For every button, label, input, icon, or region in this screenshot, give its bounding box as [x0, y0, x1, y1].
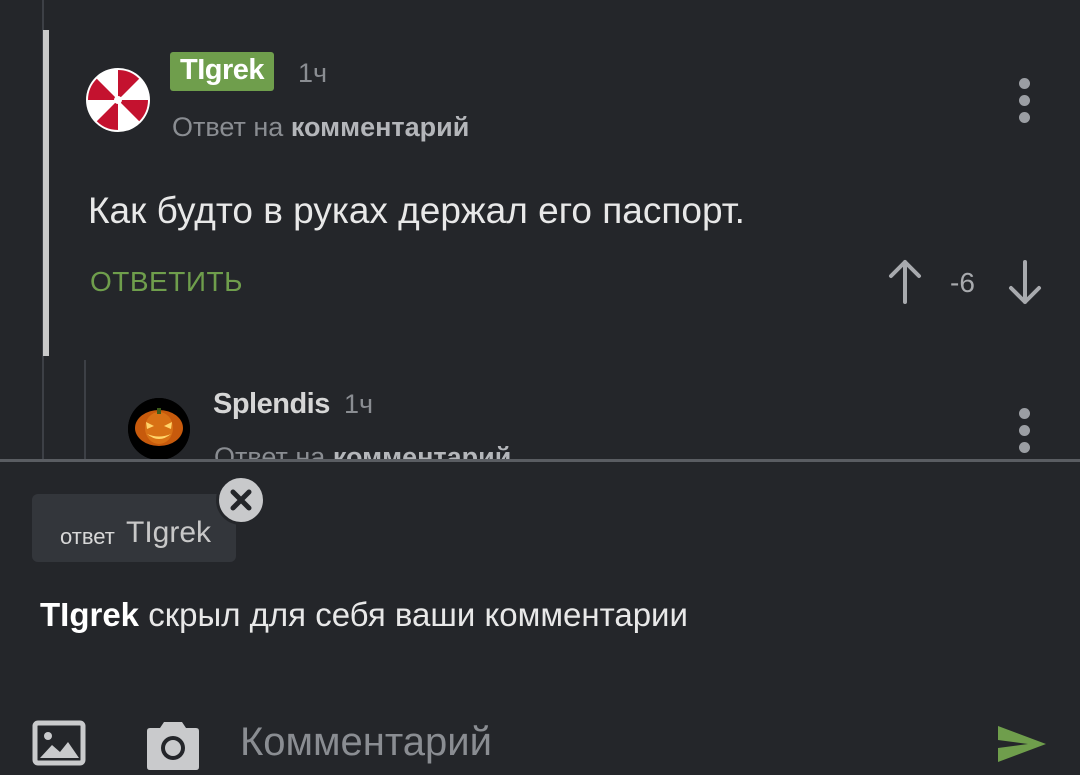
comment-rating: -6: [950, 267, 975, 298]
more-options-icon[interactable]: [1019, 408, 1031, 459]
camera-icon[interactable]: [146, 714, 200, 775]
comment-thread: TIgrek 1ч Ответ на комментарий Как будто…: [0, 0, 1080, 460]
reply-to-prefix: Ответ на: [214, 442, 326, 460]
reply-chip-prefix: ответ: [60, 524, 115, 549]
reply-to-link[interactable]: комментарий: [291, 112, 470, 142]
reply-to-link[interactable]: комментарий: [333, 442, 512, 460]
reply-to-prefix: Ответ на: [172, 112, 284, 142]
comment-time: 1ч: [344, 389, 374, 419]
close-icon[interactable]: [216, 475, 266, 525]
username-badge[interactable]: TIgrek: [170, 52, 275, 91]
thread-line-nested: [84, 360, 86, 460]
username[interactable]: Splendis: [213, 388, 330, 421]
comment-time: 1ч: [298, 58, 328, 88]
avatar[interactable]: [86, 68, 150, 132]
comment-text: Как будто в руках держал его паспорт.: [88, 190, 745, 231]
notice-username: TIgrek: [40, 596, 140, 633]
hidden-comments-notice: TIgrek скрыл для себя ваши комментарии: [40, 596, 688, 634]
image-icon[interactable]: [32, 720, 86, 771]
reply-to-line: Ответ на комментарий: [172, 112, 469, 143]
reply-target-chip: ответ TIgrek: [32, 494, 236, 562]
comment-input[interactable]: [240, 712, 940, 772]
reply-button[interactable]: ОТВЕТИТЬ: [90, 266, 243, 298]
upvote-icon[interactable]: [885, 258, 925, 311]
avatar[interactable]: [128, 398, 190, 460]
more-options-icon[interactable]: [1019, 78, 1031, 129]
jack-o-lantern-icon: [128, 398, 190, 460]
compose-panel: ответ TIgrek TIgrek скрыл для себя ваши …: [0, 462, 1080, 772]
notice-text: скрыл для себя ваши комментарии: [139, 596, 688, 633]
downvote-icon[interactable]: [1005, 258, 1045, 311]
send-icon[interactable]: [996, 724, 1048, 769]
umbrella-logo-icon: [87, 69, 149, 131]
reply-to-line: Ответ на комментарий: [214, 442, 511, 460]
reply-chip-username: TIgrek: [126, 516, 212, 549]
thread-line-highlight: [43, 30, 49, 356]
